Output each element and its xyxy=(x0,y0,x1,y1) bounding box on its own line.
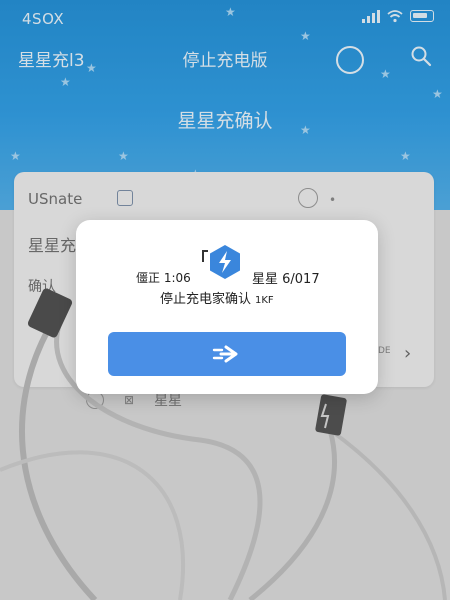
dialog-message-text: 停止充电家确认 xyxy=(160,292,252,307)
dialog-message-suffix: 1KF xyxy=(255,295,274,306)
confirm-stop-button[interactable] xyxy=(108,332,346,376)
dialog-message: 停止充电家确认 1KF xyxy=(160,288,274,307)
dialog-left-text: 僵正 1:06 xyxy=(136,271,191,285)
bolt-hexagon-icon xyxy=(210,245,240,279)
dialog-right-text: 星星 6/017 xyxy=(252,272,320,287)
confirm-dialog: 僵正 1:06 星星 6/017 停止充电家确认 1KF xyxy=(76,220,378,394)
arrow-right-icon xyxy=(212,345,238,363)
